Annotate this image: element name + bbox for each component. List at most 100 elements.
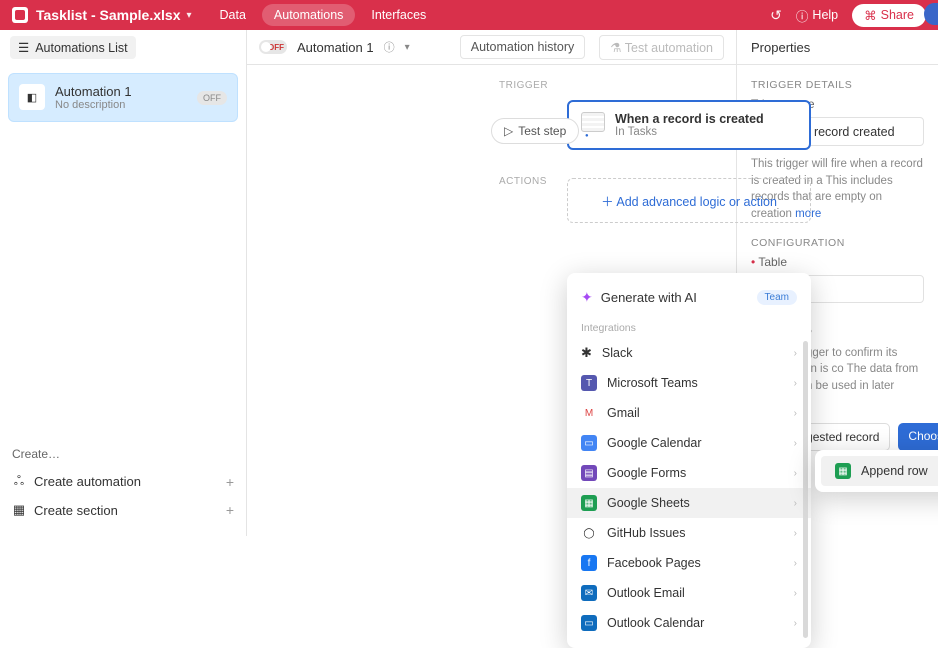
integration-label: Outlook Calendar: [607, 616, 704, 630]
test-step-button[interactable]: ▷ Test step: [491, 118, 579, 144]
header-tabs: Data Automations Interfaces: [208, 4, 439, 26]
chevron-down-icon[interactable]: ▾: [186, 10, 191, 21]
add-action-button[interactable]: ＋ Add advanced logic or action: [567, 178, 811, 223]
automation-toggle[interactable]: OFF: [259, 40, 287, 54]
google-sheets-submenu: ▦ Append row: [815, 450, 938, 492]
automation-card[interactable]: ◧ Automation 1 No description OFF: [8, 73, 238, 122]
create-section-button[interactable]: ▦ Create section +: [12, 496, 234, 524]
tab-interfaces[interactable]: Interfaces: [359, 4, 438, 26]
scrollbar[interactable]: [803, 341, 808, 638]
integration-item-slack[interactable]: ✱Slack›: [567, 338, 811, 368]
create-section-text: Create section: [34, 503, 118, 518]
history-icon[interactable]: ↺: [770, 7, 782, 24]
integration-label: Microsoft Teams: [607, 376, 698, 390]
test-automation-label: Test automation: [625, 41, 713, 55]
trigger-title: When a record is created: [615, 112, 764, 126]
automation-status-badge: OFF: [197, 91, 227, 105]
tab-automations[interactable]: Automations: [262, 4, 355, 26]
choose-record-button[interactable]: Choose: [898, 423, 938, 451]
integration-item-google-sheets[interactable]: ▦Google Sheets›: [567, 488, 811, 518]
integration-item-facebook-pages[interactable]: fFacebook Pages›: [567, 548, 811, 578]
trigger-details-heading: TRIGGER DETAILS: [737, 65, 938, 97]
team-badge: Team: [757, 290, 797, 305]
sidebar: ☰ Automations List ◧ Automation 1 No des…: [0, 30, 247, 536]
automation-card-name: Automation 1: [55, 84, 132, 99]
toggle-label: OFF: [268, 43, 284, 52]
info-icon[interactable]: ⓘ: [384, 39, 395, 55]
chevron-down-icon[interactable]: ▾: [405, 42, 410, 53]
trigger-card[interactable]: When a record is created In Tasks: [567, 100, 811, 150]
automation-card-icon: ◧: [19, 84, 45, 110]
automation-icon: ஃ: [12, 473, 26, 490]
integrations-heading: Integrations: [567, 312, 811, 338]
integration-label: Google Forms: [607, 466, 686, 480]
create-automation-label: Create automation: [34, 474, 141, 489]
record-icon: [581, 112, 605, 132]
plus-icon: ＋: [601, 195, 614, 209]
integration-item-outlook-calendar[interactable]: ▭Outlook Calendar›: [567, 608, 811, 638]
action-dropdown: ✦ Generate with AI Team Integrations ✱Sl…: [567, 273, 811, 648]
integration-item-microsoft-teams[interactable]: TMicrosoft Teams›: [567, 368, 811, 398]
canvas: OFF Automation 1 ⓘ ▾ Automation history …: [247, 30, 737, 536]
automations-list-toggle[interactable]: ☰ Automations List: [10, 36, 136, 59]
generate-with-ai-item[interactable]: ✦ Generate with AI Team: [567, 283, 811, 312]
chevron-right-icon: ›: [794, 618, 797, 629]
automation-name[interactable]: Automation 1: [297, 40, 374, 55]
integration-label: Google Sheets: [607, 496, 690, 510]
integration-label: Google Calendar: [607, 436, 702, 450]
add-action-label: Add advanced logic or action: [616, 195, 777, 209]
test-automation-button[interactable]: ⚗ Test automation: [599, 35, 724, 60]
integration-label: Facebook Pages: [607, 556, 701, 570]
chevron-right-icon: ›: [794, 378, 797, 389]
chevron-right-icon: ›: [794, 498, 797, 509]
tab-data[interactable]: Data: [208, 4, 258, 26]
integration-item-gmail[interactable]: MGmail›: [567, 398, 811, 428]
chevron-right-icon: ›: [794, 438, 797, 449]
integration-label: Slack: [602, 346, 633, 360]
integration-item-google-calendar[interactable]: ▭Google Calendar›: [567, 428, 811, 458]
app-logo-icon: [12, 7, 28, 23]
automation-card-desc: No description: [55, 99, 132, 111]
chevron-right-icon: ›: [794, 528, 797, 539]
sparkle-icon: ✦: [581, 289, 593, 306]
trigger-section-label: TRIGGER: [499, 80, 548, 91]
actions-section-label: ACTIONS: [499, 176, 547, 187]
integration-label: Outlook Email: [607, 586, 685, 600]
file-title[interactable]: Tasklist - Sample.xlsx: [36, 7, 180, 23]
chevron-right-icon: ›: [794, 588, 797, 599]
create-section-label: Create…: [12, 447, 234, 461]
append-row-action[interactable]: ▦ Append row: [821, 456, 938, 486]
app-header: Tasklist - Sample.xlsx ▾ Data Automation…: [0, 0, 938, 30]
chevron-right-icon: ›: [794, 348, 797, 359]
share-button[interactable]: ⌘ Share: [852, 4, 926, 27]
menu-icon: ☰: [18, 40, 29, 55]
chevron-right-icon: ›: [794, 558, 797, 569]
section-icon: ▦: [12, 502, 26, 518]
append-row-label: Append row: [861, 464, 928, 478]
test-step-label: Test step: [518, 124, 566, 138]
avatar[interactable]: [924, 3, 938, 25]
help-icon: ⓘ: [796, 6, 809, 25]
plus-icon: +: [226, 474, 234, 490]
integration-item-outlook-email[interactable]: ✉Outlook Email›: [567, 578, 811, 608]
share-label: Share: [881, 8, 914, 22]
integration-label: GitHub Issues: [607, 526, 686, 540]
integration-item-google-forms[interactable]: ▤Google Forms›: [567, 458, 811, 488]
automations-list-label: Automations List: [35, 41, 127, 55]
play-icon: ▷: [504, 124, 513, 138]
configuration-heading: CONFIGURATION: [737, 223, 938, 255]
table-field-label: • Table: [737, 255, 938, 269]
trigger-subtitle: In Tasks: [615, 126, 764, 138]
integration-item-github-issues[interactable]: ◯GitHub Issues›: [567, 518, 811, 548]
chevron-right-icon: ›: [794, 408, 797, 419]
help-label: Help: [812, 8, 838, 22]
google-sheets-icon: ▦: [835, 463, 851, 479]
plus-icon: +: [226, 502, 234, 518]
share-icon: ⌘: [864, 8, 877, 23]
chevron-right-icon: ›: [794, 468, 797, 479]
help-link[interactable]: ⓘ Help: [796, 6, 838, 25]
integration-label: Gmail: [607, 406, 640, 420]
automation-history-link[interactable]: Automation history: [460, 35, 586, 59]
generate-label: Generate with AI: [601, 290, 697, 305]
create-automation-button[interactable]: ஃ Create automation +: [12, 467, 234, 496]
